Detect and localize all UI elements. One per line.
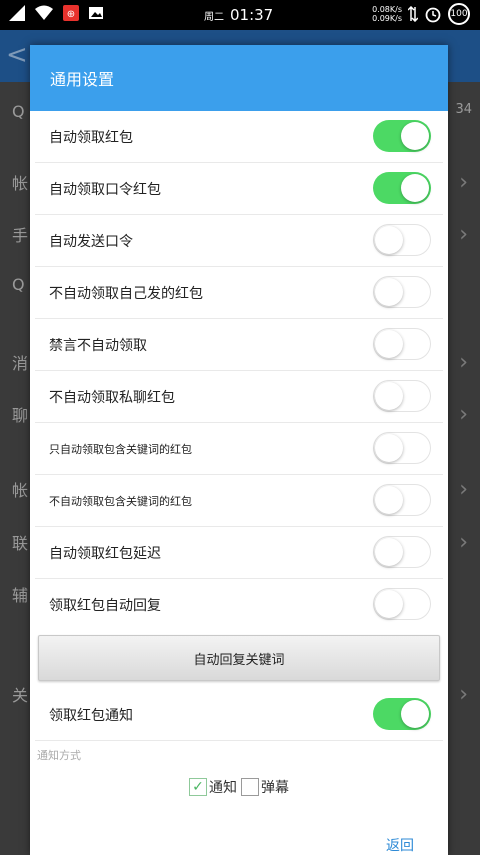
auto-grab-toggle[interactable] — [373, 120, 431, 152]
background-label: 消 — [12, 354, 29, 373]
toggle-knob — [375, 486, 403, 514]
notify-method-options: ✓ 通知 弹幕 — [30, 777, 448, 797]
svg-text:⊕: ⊕ — [67, 9, 75, 20]
time-label: 01:37 — [230, 6, 274, 24]
background-number: 34 — [455, 102, 472, 117]
setting-keyword-exclude: 不自动领取包含关键词的红包 — [35, 475, 443, 527]
app-notification-icon: ⊕ — [63, 5, 79, 21]
toggle-knob — [401, 122, 429, 150]
dialog-title: 通用设置 — [50, 70, 115, 89]
toggle-knob — [375, 330, 403, 358]
auto-reply-keywords-button[interactable]: 自动回复关键词 — [38, 635, 440, 681]
toggle-knob — [375, 278, 403, 306]
toggle-knob — [401, 174, 429, 202]
setting-label: 自动发送口令 — [49, 233, 133, 250]
setting-muted-skip: 禁言不自动领取 — [35, 319, 443, 371]
skip-private-toggle[interactable] — [373, 380, 431, 412]
setting-label: 不自动领取私聊红包 — [49, 389, 175, 406]
keyword-exclude-toggle[interactable] — [373, 484, 431, 516]
day-label: 周二 — [204, 12, 224, 23]
setting-label: 自动领取红包延迟 — [49, 545, 161, 562]
setting-skip-own: 不自动领取自己发的红包 — [35, 267, 443, 319]
settings-list: 自动领取红包 自动领取口令红包 自动发送口令 不自动领取自己发的红包 禁言不自动… — [30, 111, 448, 630]
grab-delay-toggle[interactable] — [373, 536, 431, 568]
setting-label: 禁言不自动领取 — [49, 337, 147, 354]
toggle-knob — [375, 382, 403, 410]
chevron-right-icon: › — [459, 682, 468, 707]
setting-label: 领取红包自动回复 — [49, 597, 161, 614]
setting-auto-grab-password: 自动领取口令红包 — [35, 163, 443, 215]
toggle-knob — [375, 538, 403, 566]
setting-label: 只自动领取包含关键词的红包 — [49, 442, 192, 456]
back-button[interactable]: 返回 — [386, 835, 414, 855]
toggle-knob — [375, 226, 403, 254]
chevron-right-icon: › — [459, 477, 468, 502]
transfer-arrows-icon — [408, 6, 418, 22]
setting-label: 自动领取红包 — [49, 129, 133, 146]
status-icons-left: ⊕ — [8, 4, 104, 22]
setting-auto-grab: 自动领取红包 — [35, 111, 443, 163]
muted-skip-toggle[interactable] — [373, 328, 431, 360]
background-label: Q — [12, 275, 25, 294]
chevron-right-icon: › — [459, 530, 468, 555]
auto-reply-toggle[interactable] — [373, 588, 431, 620]
chevron-right-icon: › — [459, 170, 468, 195]
battery-icon: 100 — [448, 3, 470, 25]
setting-label: 不自动领取包含关键词的红包 — [49, 494, 192, 508]
background-label: 聊 — [12, 406, 29, 425]
back-chevron-icon: < — [6, 40, 28, 70]
background-label: 手 — [12, 226, 29, 245]
toggle-knob — [401, 700, 429, 728]
checkbox-checked[interactable]: ✓ — [189, 778, 207, 796]
wifi-icon — [35, 5, 53, 20]
setting-label: 不自动领取自己发的红包 — [49, 285, 203, 302]
status-bar: ⊕ 周二 01:37 0.08K/s 0.09K/s 100 — [0, 0, 480, 30]
option-label: 通知 — [209, 780, 237, 796]
chevron-right-icon: › — [459, 222, 468, 247]
keyword-only-toggle[interactable] — [373, 432, 431, 464]
setting-auto-send-password: 自动发送口令 — [35, 215, 443, 267]
auto-send-password-toggle[interactable] — [373, 224, 431, 256]
clock: 周二 01:37 — [204, 6, 273, 24]
background-label: Q — [12, 102, 25, 121]
setting-skip-private: 不自动领取私聊红包 — [35, 371, 443, 423]
auto-grab-password-toggle[interactable] — [373, 172, 431, 204]
general-settings-dialog: 通用设置 自动领取红包 自动领取口令红包 自动发送口令 不自动领取自己发的红包 … — [30, 45, 448, 855]
setting-notify: 领取红包通知 — [35, 689, 443, 741]
notify-option-danmaku[interactable]: 弹幕 — [241, 777, 289, 797]
notify-option-notification[interactable]: ✓ 通知 — [189, 777, 237, 797]
chevron-right-icon: › — [459, 402, 468, 427]
background-label: 联 — [12, 534, 29, 553]
skip-own-toggle[interactable] — [373, 276, 431, 308]
toggle-knob — [375, 434, 403, 462]
toggle-knob — [375, 590, 403, 618]
upload-speed: 0.08K/s — [372, 5, 402, 14]
chevron-right-icon: › — [459, 350, 468, 375]
background-label: 帐 — [12, 174, 29, 193]
setting-auto-reply: 领取红包自动回复 — [35, 579, 443, 630]
dialog-header: 通用设置 — [30, 45, 448, 111]
status-icons-right: 0.08K/s 0.09K/s 100 — [372, 3, 470, 25]
setting-grab-delay: 自动领取红包延迟 — [35, 527, 443, 579]
notify-method-label: 通知方式 — [37, 749, 81, 762]
alarm-icon — [425, 7, 441, 23]
image-notification-icon — [89, 7, 103, 19]
notify-toggle[interactable] — [373, 698, 431, 730]
setting-keyword-only: 只自动领取包含关键词的红包 — [35, 423, 443, 475]
setting-label: 自动领取口令红包 — [49, 181, 161, 198]
signal-icon — [9, 5, 25, 21]
background-label: 辅 — [12, 586, 29, 605]
setting-label: 领取红包通知 — [49, 707, 133, 724]
option-label: 弹幕 — [261, 780, 289, 796]
download-speed: 0.09K/s — [372, 14, 402, 23]
check-mark-icon: ✓ — [192, 779, 204, 795]
checkbox-unchecked[interactable] — [241, 778, 259, 796]
background-label: 关 — [12, 686, 29, 705]
network-speed: 0.08K/s 0.09K/s — [372, 5, 402, 23]
background-label: 帐 — [12, 481, 29, 500]
